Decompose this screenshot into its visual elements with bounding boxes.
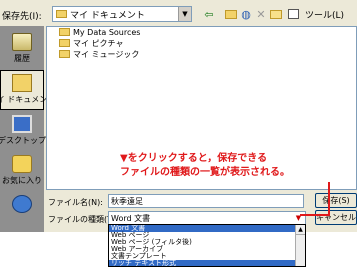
search-web-button[interactable]: ◍	[239, 6, 253, 22]
annotation-line-2: ファイルの種類の一覧が表示される。	[120, 167, 290, 178]
delete-icon: ✕	[256, 7, 266, 21]
up-folder-icon	[225, 9, 237, 19]
tools-menu-button[interactable]: ツール(L)	[305, 6, 344, 22]
save-location-value: マイ ドキュメント	[70, 10, 145, 21]
place-network[interactable]	[0, 192, 44, 232]
save-location-combo[interactable]: マイ ドキュメント ▼	[52, 6, 192, 22]
folder-icon	[59, 39, 70, 47]
save-location-label: 保存先(I):	[2, 12, 42, 22]
my-documents-icon	[12, 74, 32, 92]
desktop-icon	[12, 115, 32, 133]
dropdown-option[interactable]: リッチ テキスト形式	[109, 260, 305, 266]
tools-label: ツール(L)	[305, 10, 345, 21]
list-item[interactable]: マイ ミュージック	[59, 49, 356, 59]
views-button[interactable]	[283, 6, 303, 22]
filename-value: 秋季遠足	[111, 196, 143, 206]
place-label: 履歴	[14, 54, 30, 63]
place-label: お気に入り	[2, 176, 42, 185]
delete-button[interactable]: ✕	[254, 6, 268, 22]
annotation-pointer-line	[328, 182, 330, 214]
scroll-up-icon[interactable]: ▲	[296, 225, 305, 235]
list-item[interactable]: マイ ピクチャ	[59, 38, 356, 48]
file-name: My Data Sources	[73, 27, 141, 37]
cancel-button[interactable]: キャンセル	[315, 210, 357, 225]
places-bar: 履歴 マイ ドキュメント デスクトップ お気に入り	[0, 26, 55, 232]
views-icon	[287, 9, 299, 19]
chevron-down-icon[interactable]: ▼	[178, 7, 191, 21]
up-one-level-button[interactable]	[224, 6, 238, 22]
filename-label: ファイル名(N):	[48, 198, 103, 207]
file-name: マイ ピクチャ	[73, 38, 124, 48]
folder-icon	[56, 10, 67, 18]
filename-input[interactable]: 秋季遠足	[108, 194, 304, 208]
favorites-icon	[12, 155, 32, 173]
new-folder-icon	[270, 9, 282, 19]
annotation-line-1: ▼をクリックすると，保存できる	[120, 153, 268, 164]
network-icon	[12, 195, 32, 213]
list-item[interactable]: My Data Sources	[59, 27, 356, 37]
folder-icon	[59, 28, 70, 36]
save-as-dialog: 保存先(I): マイ ドキュメント ▼ ⇦ ◍ ✕ ツール(L) 履歴 マイ ド…	[0, 0, 357, 232]
filetype-dropdown-list[interactable]: Word 文書 Web ページ Web ページ (フィルタ後) Web アーカイ…	[108, 224, 306, 267]
globe-icon: ◍	[241, 7, 251, 21]
new-folder-button[interactable]	[269, 6, 283, 22]
back-arrow-icon: ⇦	[204, 7, 214, 21]
place-history[interactable]: 履歴	[0, 30, 44, 70]
place-desktop[interactable]: デスクトップ	[0, 112, 46, 152]
save-button[interactable]: 保存(S)	[315, 193, 357, 208]
annotation-text: ▼をクリックすると，保存できる ファイルの種類の一覧が表示される。	[120, 152, 340, 180]
place-label: デスクトップ	[0, 136, 46, 145]
place-my-documents[interactable]: マイ ドキュメント	[0, 70, 55, 110]
annotation-pointer-line	[300, 214, 330, 216]
back-button[interactable]: ⇦	[196, 6, 222, 22]
filetype-value: Word 文書	[111, 213, 151, 223]
dropdown-scrollbar[interactable]: ▲	[295, 225, 305, 266]
folder-icon	[59, 50, 70, 58]
file-name: マイ ミュージック	[73, 49, 140, 59]
filetype-combo[interactable]: Word 文書 ▼	[108, 211, 306, 225]
history-icon	[12, 33, 32, 51]
place-favorites[interactable]: お気に入り	[0, 152, 44, 192]
